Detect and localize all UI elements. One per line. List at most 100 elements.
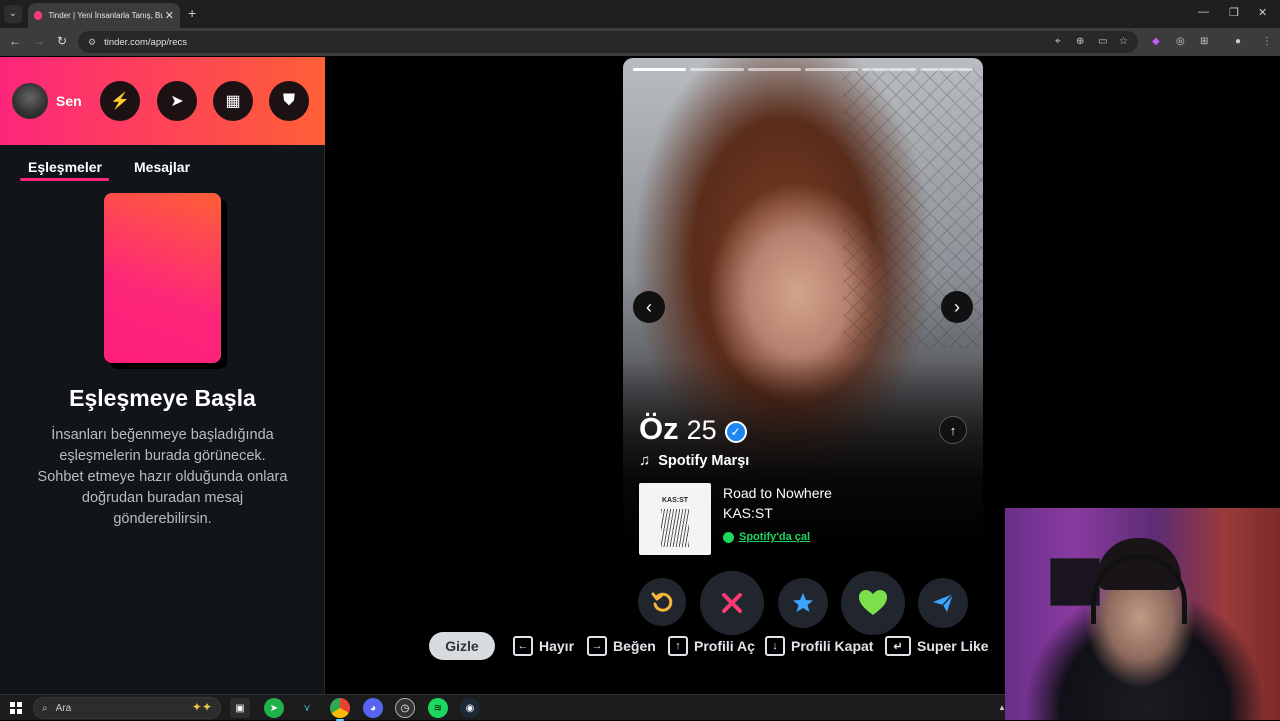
forward-icon[interactable]: → <box>33 34 45 48</box>
arrow-left-key-icon: ← <box>513 636 533 656</box>
location-icon[interactable]: ⌖ <box>1055 36 1061 47</box>
photo-progress <box>633 68 973 71</box>
lightning-icon: ⚡ <box>110 93 130 110</box>
info-gradient <box>623 358 983 598</box>
super-like-button[interactable] <box>778 578 828 628</box>
new-tab-icon[interactable]: + <box>188 5 196 21</box>
profile-label[interactable]: Sen <box>56 93 82 109</box>
reload-icon[interactable]: ↻ <box>57 34 67 48</box>
minimize-icon[interactable]: — <box>1198 6 1209 18</box>
song-artist: KAS:ST <box>723 505 773 521</box>
task-view-icon[interactable]: ▣ <box>230 698 250 718</box>
work-button[interactable]: ▦ <box>213 81 253 121</box>
address-bar[interactable]: ⚙ tinder.com/app/recs <box>78 31 1138 53</box>
paper-plane-icon <box>933 593 954 612</box>
spotify-icon <box>723 531 734 543</box>
steam-icon[interactable]: ◉ <box>460 698 480 718</box>
close-x-icon <box>722 593 742 613</box>
photo-indicator[interactable] <box>919 68 973 71</box>
tray-chevron-up-icon[interactable]: ▲ <box>998 703 1006 712</box>
taskbar-search[interactable]: ⌕ Ara ✦✦ <box>33 697 221 719</box>
incognito-icon[interactable]: ◎ <box>1176 36 1185 47</box>
discord-icon[interactable]: ◕ <box>363 698 383 718</box>
app-green-icon[interactable]: ➤ <box>264 698 284 718</box>
hint-super-like-label: Super Like <box>917 638 989 654</box>
windows-start-icon[interactable] <box>10 702 22 714</box>
spotify-taskbar-icon[interactable]: ≋ <box>428 698 448 718</box>
tab-matches[interactable]: Eşleşmeler <box>28 159 102 175</box>
app-clock-icon[interactable]: ◷ <box>395 698 415 718</box>
anthem-heading: ♫ Spotify Marşı <box>639 452 749 469</box>
explore-button[interactable]: ➤ <box>157 81 197 121</box>
spotify-link-label: Spotify'da çal <box>739 531 811 543</box>
restore-icon[interactable]: ❐ <box>1229 6 1239 19</box>
cast-icon[interactable]: ▭ <box>1098 36 1107 47</box>
tab-close-icon[interactable]: ✕ <box>165 9 174 22</box>
hint-like-label: Beğen <box>613 638 656 654</box>
safety-button[interactable]: ⛊ <box>269 81 309 121</box>
browser-tab[interactable]: Tinder | Yeni İnsanlarla Tanış, Bu ✕ <box>28 3 180 28</box>
profile-name-row: Öz 25 ✓ <box>639 411 747 447</box>
empty-state-illustration <box>104 193 221 363</box>
enter-key-icon: ↵ <box>885 636 911 656</box>
next-photo-button[interactable]: › <box>941 291 973 323</box>
verified-badge-icon: ✓ <box>724 421 747 443</box>
chevron-left-icon: ‹ <box>646 296 652 317</box>
menu-kebab-icon[interactable]: ⋮ <box>1262 36 1272 47</box>
send-message-button[interactable] <box>918 578 968 628</box>
site-info-icon[interactable]: ⚙ <box>88 37 96 48</box>
hint-close-profile-label: Profili Kapat <box>791 638 874 654</box>
album-art <box>661 509 689 547</box>
hint-super-like: ↵ Super Like <box>885 636 989 656</box>
extensions-puzzle-icon[interactable]: ⊞ <box>1200 36 1208 47</box>
empty-state-title: Eşleşmeye Başla <box>69 385 256 411</box>
photo-indicator[interactable] <box>690 68 744 71</box>
search-icon: ⌕ <box>42 702 48 714</box>
avatar[interactable] <box>12 83 48 119</box>
album-cover-text: KAS:ST <box>661 497 689 504</box>
photo-indicator[interactable] <box>804 68 859 71</box>
zoom-icon[interactable]: ⊕ <box>1076 36 1084 47</box>
photo-indicator[interactable] <box>862 68 916 71</box>
boost-button[interactable]: ⚡ <box>100 81 140 121</box>
url-text: tinder.com/app/recs <box>104 36 187 48</box>
back-icon[interactable]: ← <box>9 34 21 48</box>
briefcase-icon: ▦ <box>225 93 241 110</box>
browser-toolbar: ← → ↻ ⚙ tinder.com/app/recs ⌖ ⊕ ▭ ☆ ◆ ◎ … <box>0 28 1280 56</box>
rewind-icon <box>651 592 673 612</box>
photo-indicator[interactable] <box>747 68 801 71</box>
hint-nope-label: Hayır <box>539 638 575 654</box>
taskbar-search-placeholder: Ara <box>55 702 72 714</box>
prev-photo-button[interactable]: ‹ <box>633 291 665 323</box>
open-profile-button[interactable]: ↑ <box>939 416 967 444</box>
tab-search-icon[interactable]: ⌄ <box>4 5 22 23</box>
shield-icon: ⛊ <box>282 92 295 109</box>
sidebar-header: Sen ⚡ ➤ ▦ ⛊ <box>0 57 325 145</box>
webcam-overlay <box>1005 508 1280 720</box>
hide-hints-button[interactable]: Gizle <box>429 632 495 660</box>
rewind-button[interactable] <box>638 578 686 626</box>
star-icon <box>793 593 813 612</box>
extension-icon[interactable]: ◆ <box>1152 36 1160 47</box>
hint-open-profile: ↑ Profili Aç <box>668 636 755 656</box>
heart-icon <box>859 590 887 615</box>
like-button[interactable] <box>841 571 905 635</box>
tab-messages[interactable]: Mesajlar <box>134 159 190 175</box>
arrow-up-key-icon: ↑ <box>668 636 688 656</box>
empty-state-description: İnsanları beğenmeye başladığında eşleşme… <box>37 427 288 527</box>
spotify-play-link[interactable]: Spotify'da çal <box>723 531 810 543</box>
arrow-up-icon: ↑ <box>949 422 957 438</box>
app-wing-icon[interactable]: ⋎ <box>297 698 317 718</box>
sidebar-tabs: Eşleşmeler Mesajlar <box>0 157 325 181</box>
bookmark-star-icon[interactable]: ☆ <box>1119 36 1128 47</box>
nope-button[interactable] <box>700 571 764 635</box>
chrome-icon[interactable] <box>330 698 350 721</box>
profile-card[interactable]: ‹ › ↑ Öz 25 ✓ ♫ Spotify Marşı KAS:ST Roa… <box>623 58 983 598</box>
chevron-right-icon: › <box>954 296 960 317</box>
music-note-icon: ♫ <box>639 452 651 469</box>
profile-avatar-icon[interactable]: ● <box>1235 36 1241 47</box>
tab-title: Tinder | Yeni İnsanlarla Tanış, Bu <box>48 11 163 20</box>
window-close-icon[interactable]: ✕ <box>1258 6 1267 19</box>
taskbar: ⌕ Ara ✦✦ ▣ ➤ ⋎ ◕ ◷ ≋ ◉ ▲ <box>0 694 1006 721</box>
photo-indicator[interactable] <box>633 68 687 71</box>
